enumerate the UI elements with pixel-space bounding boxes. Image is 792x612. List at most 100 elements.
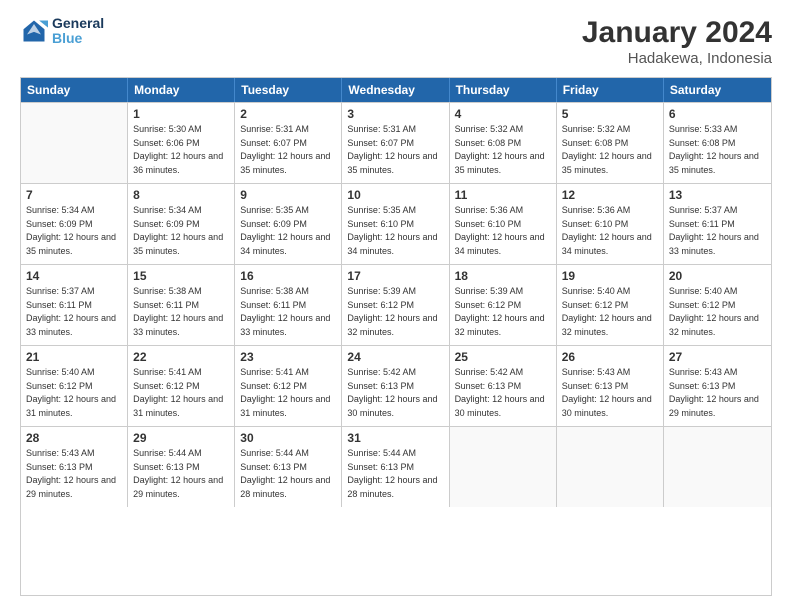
day-number: 12 — [562, 188, 658, 202]
calendar-title: January 2024 — [582, 16, 772, 50]
calendar-header-cell: Tuesday — [235, 78, 342, 102]
calendar-cell — [664, 427, 771, 507]
logo-line2: Blue — [52, 31, 104, 46]
day-number: 5 — [562, 107, 658, 121]
day-number: 28 — [26, 431, 122, 445]
calendar-cell: 8 Sunrise: 5:34 AM Sunset: 6:09 PM Dayli… — [128, 184, 235, 264]
calendar-cell: 1 Sunrise: 5:30 AM Sunset: 6:06 PM Dayli… — [128, 103, 235, 183]
calendar-header-cell: Saturday — [664, 78, 771, 102]
cell-info: Sunrise: 5:39 AM Sunset: 6:12 PM Dayligh… — [455, 285, 551, 339]
cell-info: Sunrise: 5:32 AM Sunset: 6:08 PM Dayligh… — [455, 123, 551, 177]
calendar-cell: 16 Sunrise: 5:38 AM Sunset: 6:11 PM Dayl… — [235, 265, 342, 345]
calendar-header-cell: Monday — [128, 78, 235, 102]
day-number: 19 — [562, 269, 658, 283]
calendar-cell: 5 Sunrise: 5:32 AM Sunset: 6:08 PM Dayli… — [557, 103, 664, 183]
day-number: 31 — [347, 431, 443, 445]
calendar-cell: 22 Sunrise: 5:41 AM Sunset: 6:12 PM Dayl… — [128, 346, 235, 426]
cell-info: Sunrise: 5:38 AM Sunset: 6:11 PM Dayligh… — [240, 285, 336, 339]
cell-info: Sunrise: 5:31 AM Sunset: 6:07 PM Dayligh… — [240, 123, 336, 177]
day-number: 15 — [133, 269, 229, 283]
calendar-cell: 15 Sunrise: 5:38 AM Sunset: 6:11 PM Dayl… — [128, 265, 235, 345]
calendar-cell — [21, 103, 128, 183]
calendar-cell: 18 Sunrise: 5:39 AM Sunset: 6:12 PM Dayl… — [450, 265, 557, 345]
calendar-row: 1 Sunrise: 5:30 AM Sunset: 6:06 PM Dayli… — [21, 102, 771, 183]
calendar-cell: 11 Sunrise: 5:36 AM Sunset: 6:10 PM Dayl… — [450, 184, 557, 264]
calendar-header-cell: Sunday — [21, 78, 128, 102]
cell-info: Sunrise: 5:40 AM Sunset: 6:12 PM Dayligh… — [26, 366, 122, 420]
title-block: January 2024 Hadakewa, Indonesia — [582, 16, 772, 67]
day-number: 8 — [133, 188, 229, 202]
day-number: 10 — [347, 188, 443, 202]
calendar-cell: 28 Sunrise: 5:43 AM Sunset: 6:13 PM Dayl… — [21, 427, 128, 507]
day-number: 30 — [240, 431, 336, 445]
calendar-row: 21 Sunrise: 5:40 AM Sunset: 6:12 PM Dayl… — [21, 345, 771, 426]
logo: General Blue — [20, 16, 104, 47]
day-number: 7 — [26, 188, 122, 202]
calendar-cell: 31 Sunrise: 5:44 AM Sunset: 6:13 PM Dayl… — [342, 427, 449, 507]
day-number: 23 — [240, 350, 336, 364]
cell-info: Sunrise: 5:43 AM Sunset: 6:13 PM Dayligh… — [562, 366, 658, 420]
calendar-cell: 7 Sunrise: 5:34 AM Sunset: 6:09 PM Dayli… — [21, 184, 128, 264]
calendar-cell: 25 Sunrise: 5:42 AM Sunset: 6:13 PM Dayl… — [450, 346, 557, 426]
calendar-cell: 10 Sunrise: 5:35 AM Sunset: 6:10 PM Dayl… — [342, 184, 449, 264]
day-number: 16 — [240, 269, 336, 283]
calendar-cell: 26 Sunrise: 5:43 AM Sunset: 6:13 PM Dayl… — [557, 346, 664, 426]
cell-info: Sunrise: 5:34 AM Sunset: 6:09 PM Dayligh… — [133, 204, 229, 258]
cell-info: Sunrise: 5:30 AM Sunset: 6:06 PM Dayligh… — [133, 123, 229, 177]
cell-info: Sunrise: 5:37 AM Sunset: 6:11 PM Dayligh… — [669, 204, 766, 258]
day-number: 20 — [669, 269, 766, 283]
calendar-cell: 21 Sunrise: 5:40 AM Sunset: 6:12 PM Dayl… — [21, 346, 128, 426]
cell-info: Sunrise: 5:35 AM Sunset: 6:10 PM Dayligh… — [347, 204, 443, 258]
cell-info: Sunrise: 5:38 AM Sunset: 6:11 PM Dayligh… — [133, 285, 229, 339]
day-number: 1 — [133, 107, 229, 121]
day-number: 21 — [26, 350, 122, 364]
logo-icon — [20, 17, 48, 45]
day-number: 18 — [455, 269, 551, 283]
day-number: 9 — [240, 188, 336, 202]
header: General Blue January 2024 Hadakewa, Indo… — [20, 16, 772, 67]
day-number: 29 — [133, 431, 229, 445]
cell-info: Sunrise: 5:41 AM Sunset: 6:12 PM Dayligh… — [133, 366, 229, 420]
calendar-cell: 27 Sunrise: 5:43 AM Sunset: 6:13 PM Dayl… — [664, 346, 771, 426]
day-number: 3 — [347, 107, 443, 121]
calendar-row: 7 Sunrise: 5:34 AM Sunset: 6:09 PM Dayli… — [21, 183, 771, 264]
calendar-cell: 30 Sunrise: 5:44 AM Sunset: 6:13 PM Dayl… — [235, 427, 342, 507]
calendar-cell: 29 Sunrise: 5:44 AM Sunset: 6:13 PM Dayl… — [128, 427, 235, 507]
cell-info: Sunrise: 5:36 AM Sunset: 6:10 PM Dayligh… — [455, 204, 551, 258]
day-number: 26 — [562, 350, 658, 364]
calendar-row: 28 Sunrise: 5:43 AM Sunset: 6:13 PM Dayl… — [21, 426, 771, 507]
calendar-cell: 20 Sunrise: 5:40 AM Sunset: 6:12 PM Dayl… — [664, 265, 771, 345]
calendar-cell: 2 Sunrise: 5:31 AM Sunset: 6:07 PM Dayli… — [235, 103, 342, 183]
calendar-header-cell: Thursday — [450, 78, 557, 102]
cell-info: Sunrise: 5:44 AM Sunset: 6:13 PM Dayligh… — [347, 447, 443, 501]
day-number: 27 — [669, 350, 766, 364]
calendar-cell: 12 Sunrise: 5:36 AM Sunset: 6:10 PM Dayl… — [557, 184, 664, 264]
calendar-cell: 13 Sunrise: 5:37 AM Sunset: 6:11 PM Dayl… — [664, 184, 771, 264]
cell-info: Sunrise: 5:40 AM Sunset: 6:12 PM Dayligh… — [562, 285, 658, 339]
day-number: 24 — [347, 350, 443, 364]
calendar-cell: 23 Sunrise: 5:41 AM Sunset: 6:12 PM Dayl… — [235, 346, 342, 426]
cell-info: Sunrise: 5:42 AM Sunset: 6:13 PM Dayligh… — [347, 366, 443, 420]
cell-info: Sunrise: 5:44 AM Sunset: 6:13 PM Dayligh… — [240, 447, 336, 501]
day-number: 6 — [669, 107, 766, 121]
page: General Blue January 2024 Hadakewa, Indo… — [0, 0, 792, 612]
cell-info: Sunrise: 5:31 AM Sunset: 6:07 PM Dayligh… — [347, 123, 443, 177]
calendar-header-cell: Wednesday — [342, 78, 449, 102]
cell-info: Sunrise: 5:44 AM Sunset: 6:13 PM Dayligh… — [133, 447, 229, 501]
cell-info: Sunrise: 5:35 AM Sunset: 6:09 PM Dayligh… — [240, 204, 336, 258]
cell-info: Sunrise: 5:33 AM Sunset: 6:08 PM Dayligh… — [669, 123, 766, 177]
calendar-row: 14 Sunrise: 5:37 AM Sunset: 6:11 PM Dayl… — [21, 264, 771, 345]
day-number: 4 — [455, 107, 551, 121]
calendar-cell: 17 Sunrise: 5:39 AM Sunset: 6:12 PM Dayl… — [342, 265, 449, 345]
logo-line1: General — [52, 16, 104, 31]
cell-info: Sunrise: 5:39 AM Sunset: 6:12 PM Dayligh… — [347, 285, 443, 339]
cell-info: Sunrise: 5:43 AM Sunset: 6:13 PM Dayligh… — [669, 366, 766, 420]
calendar-cell: 6 Sunrise: 5:33 AM Sunset: 6:08 PM Dayli… — [664, 103, 771, 183]
cell-info: Sunrise: 5:40 AM Sunset: 6:12 PM Dayligh… — [669, 285, 766, 339]
calendar-header-cell: Friday — [557, 78, 664, 102]
day-number: 14 — [26, 269, 122, 283]
cell-info: Sunrise: 5:32 AM Sunset: 6:08 PM Dayligh… — [562, 123, 658, 177]
calendar-subtitle: Hadakewa, Indonesia — [582, 50, 772, 67]
calendar-cell: 24 Sunrise: 5:42 AM Sunset: 6:13 PM Dayl… — [342, 346, 449, 426]
cell-info: Sunrise: 5:42 AM Sunset: 6:13 PM Dayligh… — [455, 366, 551, 420]
